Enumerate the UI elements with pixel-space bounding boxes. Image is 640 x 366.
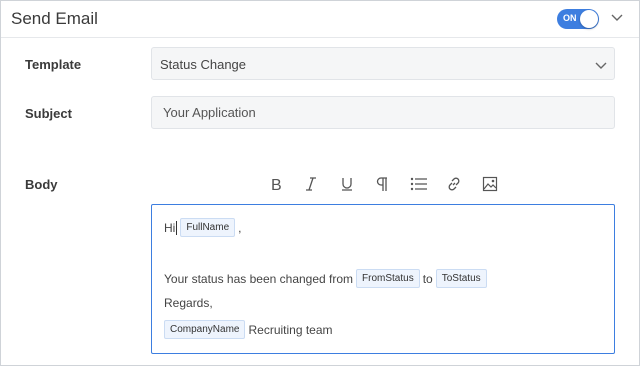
to-status-tag[interactable]: ToStatus [435,269,487,288]
link-icon[interactable] [444,175,464,193]
to-word: to [422,271,433,286]
chevron-down-icon [595,62,607,69]
template-label: Template [25,57,82,72]
signature-text: Recruiting team [248,322,333,337]
status-line: Your status has been changed from FromSt… [164,269,490,288]
chevron-down-icon[interactable] [610,10,624,24]
regards-line: Regards, [164,296,213,310]
toggle-label: ON [563,13,577,23]
italic-icon[interactable] [301,175,321,193]
on-off-toggle[interactable]: ON [557,9,599,29]
template-select[interactable]: Status Change [151,47,615,80]
body-editor[interactable]: Hi FullName , Your status has been chang… [151,204,615,354]
svg-text:B: B [271,177,282,192]
subject-input[interactable] [151,96,615,129]
body-label: Body [25,177,58,192]
greeting-suffix: , [238,220,242,235]
paragraph-icon[interactable] [372,175,392,193]
greeting-prefix: Hi [164,220,176,235]
status-text: Your status has been changed from [164,271,354,286]
text-cursor [176,220,178,235]
regards-text: Regards, [164,296,213,310]
underline-icon[interactable] [337,175,357,193]
subject-label: Subject [25,106,72,121]
template-selected-value: Status Change [160,57,247,72]
send-email-panel: Send Email ON Template Status Change Sub… [0,0,640,366]
from-status-tag[interactable]: FromStatus [356,269,420,288]
image-icon[interactable] [480,175,500,193]
greeting-line: Hi FullName , [164,218,241,237]
list-icon[interactable] [409,175,429,193]
fullname-tag[interactable]: FullName [180,218,236,237]
company-name-tag[interactable]: CompanyName [164,320,246,339]
panel-title: Send Email [11,9,98,28]
bold-icon[interactable]: B [266,175,286,193]
signature-line: CompanyName Recruiting team [164,320,333,339]
header-divider [1,37,639,38]
toggle-knob [580,10,598,28]
